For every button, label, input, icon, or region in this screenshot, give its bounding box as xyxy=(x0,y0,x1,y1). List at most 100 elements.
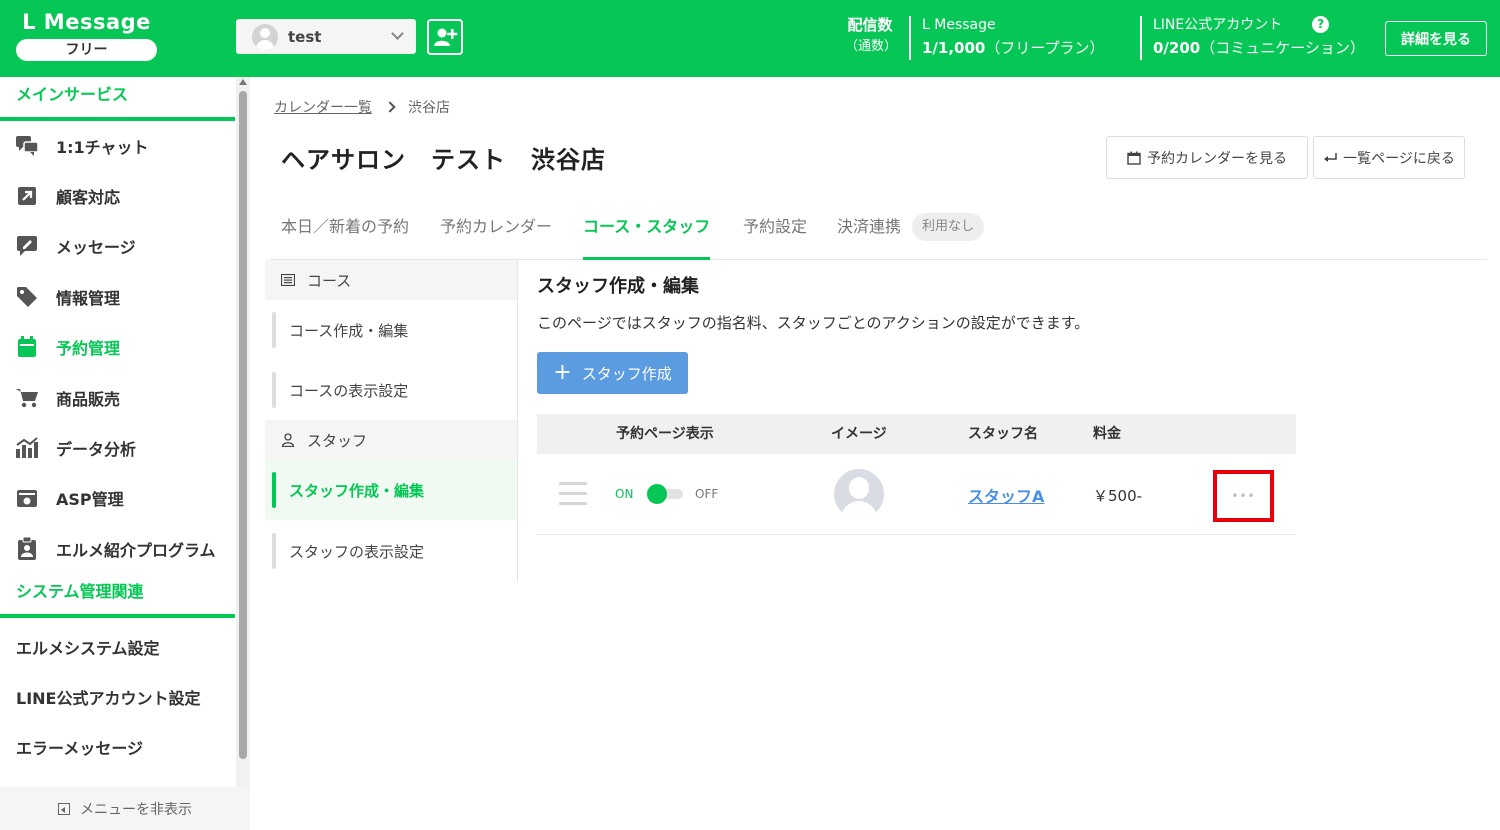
subnav-course-label: コース xyxy=(307,271,352,290)
clipboard-user-icon xyxy=(14,537,40,561)
lmessage-plan: （フリープラン） xyxy=(985,39,1105,57)
subnav-item-label: スタッフの表示設定 xyxy=(289,542,425,561)
hide-menu-button[interactable]: メニューを非表示 xyxy=(0,787,250,830)
sidebar-item-error-messages[interactable]: エラーメッセージ xyxy=(0,722,235,772)
add-account-button[interactable] xyxy=(427,19,463,55)
delivery-sub: （通数） xyxy=(845,39,898,54)
asp-icon xyxy=(14,486,40,510)
sidebar-item-label: エラーメッセージ xyxy=(16,739,144,758)
line-count: 0/200 xyxy=(1153,39,1201,57)
header-divider xyxy=(1140,16,1142,60)
sidebar-item-analytics[interactable]: データ分析 xyxy=(0,423,235,473)
plan-badge: フリー xyxy=(16,39,157,61)
line-label: LINE公式アカウント xyxy=(1153,17,1283,33)
lmessage-count: 1/1,000 xyxy=(922,39,986,57)
staff-price: ￥500- xyxy=(1093,487,1143,505)
back-to-list-label: 一覧ページに戻る xyxy=(1343,150,1455,167)
sidebar-item-sales[interactable]: 商品販売 xyxy=(0,373,235,423)
sidebar-item-message[interactable]: メッセージ xyxy=(0,221,235,271)
subnav-course-edit[interactable]: コース作成・編集 xyxy=(265,300,517,360)
column-header-staff-name: スタッフ名 xyxy=(968,426,1038,442)
chevron-right-icon xyxy=(384,101,396,113)
sidebar-item-label: エルメシステム設定 xyxy=(16,639,160,658)
sidebar-item-reservation[interactable]: 予約管理 xyxy=(0,322,235,372)
subnav-staff-edit[interactable]: スタッフ作成・編集 xyxy=(265,460,517,520)
table-row: ON OFF スタッフA ￥500- ••• xyxy=(537,454,1296,535)
page-display-toggle[interactable] xyxy=(647,484,683,504)
back-to-list-button[interactable]: 一覧ページに戻る xyxy=(1313,136,1465,179)
lmessage-label: L Message xyxy=(922,17,996,33)
sidebar-item-label: データ分析 xyxy=(56,440,137,459)
table-header: 予約ページ表示 イメージ スタッフ名 料金 xyxy=(537,414,1296,454)
sidebar-item-label: エルメ紹介プログラム xyxy=(56,541,216,560)
breadcrumb-current: 渋谷店 xyxy=(408,100,450,116)
sidebar-item-system-settings[interactable]: エルメシステム設定 xyxy=(0,622,235,672)
more-actions-button[interactable]: ••• xyxy=(1213,470,1274,522)
sidebar-item-label: 商品販売 xyxy=(56,390,121,409)
tag-icon xyxy=(14,285,40,309)
top-header: L Message フリー test 配信数 （通数） L Message 1/… xyxy=(0,0,1500,77)
sidebar-item-label: 情報管理 xyxy=(56,289,121,308)
sidebar-item-label: LINE公式アカウント設定 xyxy=(16,689,201,708)
subnav-staff-header: スタッフ xyxy=(265,420,517,460)
staff-name-link[interactable]: スタッフA xyxy=(968,483,1044,507)
breadcrumb-calendar-list[interactable]: カレンダー一覧 xyxy=(274,97,372,117)
subnav-staff-display[interactable]: スタッフの表示設定 xyxy=(265,521,517,581)
column-header-price: 料金 xyxy=(1093,426,1121,442)
subnav-staff-label: スタッフ xyxy=(307,431,368,450)
more-icon: ••• xyxy=(1231,489,1256,503)
delivery-stat: 配信数 （通数） xyxy=(845,14,898,58)
payment-status-badge: 利用なし xyxy=(912,213,985,241)
chevron-down-icon xyxy=(391,27,404,40)
calendar-icon xyxy=(1127,151,1141,165)
account-avatar xyxy=(252,23,278,50)
view-calendar-button[interactable]: 予約カレンダーを見る xyxy=(1106,136,1308,179)
sidebar-item-referral[interactable]: エルメ紹介プログラム xyxy=(0,524,235,574)
plus-icon: + xyxy=(553,360,572,385)
line-plan: （コミュニケーション） xyxy=(1200,39,1365,57)
subnav-course-header: コース xyxy=(265,260,517,300)
subnav-course-display[interactable]: コースの表示設定 xyxy=(265,360,517,420)
sidebar-item-info[interactable]: 情報管理 xyxy=(0,272,235,322)
account-select[interactable]: test xyxy=(236,19,416,54)
message-edit-icon xyxy=(14,234,40,258)
tab-calendar[interactable]: 予約カレンダー xyxy=(440,206,552,260)
tab-reservation-settings[interactable]: 予約設定 xyxy=(743,206,807,260)
line-label-row: LINE公式アカウント? xyxy=(1153,14,1365,36)
view-calendar-label: 予約カレンダーを見る xyxy=(1147,150,1287,167)
logo[interactable]: L Message フリー xyxy=(16,8,157,61)
sidebar-item-asp[interactable]: ASP管理 xyxy=(0,473,235,523)
logo-title: L Message xyxy=(22,10,151,34)
sidebar-item-customer[interactable]: 顧客対応 xyxy=(0,171,235,221)
sidebar-item-line-settings[interactable]: LINE公式アカウント設定 xyxy=(0,672,235,722)
section-system: システム管理関連 xyxy=(0,574,235,618)
lmessage-stat: L Message 1/1,000（フリープラン） xyxy=(922,14,1104,60)
tab-today-new[interactable]: 本日／新着の予約 xyxy=(281,206,409,260)
subnav-item-label: スタッフ作成・編集 xyxy=(289,481,425,500)
calendar-icon xyxy=(14,335,40,359)
chart-icon xyxy=(14,436,40,460)
list-icon xyxy=(281,274,295,286)
help-icon[interactable]: ? xyxy=(1312,16,1330,33)
delivery-label: 配信数 xyxy=(847,16,893,34)
tab-payment[interactable]: 決済連携 xyxy=(837,206,901,260)
toggle-off-label: OFF xyxy=(695,487,719,501)
section-main-services: メインサービス xyxy=(0,77,235,121)
scroll-up-icon[interactable] xyxy=(239,79,247,85)
create-staff-button[interactable]: + スタッフ作成 xyxy=(537,352,688,394)
sidebar-item-chat[interactable]: 1:1チャット xyxy=(0,121,235,171)
tab-course-staff[interactable]: コース・スタッフ xyxy=(583,206,711,260)
sidebar-scrollbar[interactable] xyxy=(236,77,250,787)
sub-navigation: コース コース作成・編集 コースの表示設定 スタッフ スタッフ作成・編集 スタッ… xyxy=(265,260,518,582)
details-button[interactable]: 詳細を見る xyxy=(1385,21,1487,56)
header-divider xyxy=(909,16,911,60)
scrollbar-thumb[interactable] xyxy=(239,91,247,759)
content-title: スタッフ作成・編集 xyxy=(537,276,699,297)
sidebar-item-label: メッセージ xyxy=(56,238,136,257)
lmessage-value: 1/1,000（フリープラン） xyxy=(922,36,1104,60)
column-header-image: イメージ xyxy=(831,426,887,442)
sidebar-item-label: 1:1チャット xyxy=(56,138,149,157)
drag-handle-icon[interactable] xyxy=(559,482,587,506)
cart-icon xyxy=(14,386,40,410)
hide-menu-label: メニューを非表示 xyxy=(80,801,192,818)
